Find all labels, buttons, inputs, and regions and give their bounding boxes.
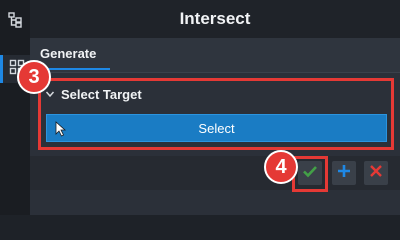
panel-title: Intersect: [179, 9, 251, 28]
mouse-pointer-icon: [55, 121, 67, 140]
step-badge-4: 4: [264, 150, 298, 184]
tab-generate[interactable]: Generate: [40, 46, 96, 61]
title-bar: Intersect: [30, 0, 400, 38]
step-badge-3: 3: [17, 60, 51, 94]
tree-hierarchy-button[interactable]: [0, 8, 30, 36]
select-button-label: Select: [198, 120, 235, 136]
section-header[interactable]: Select Target: [45, 87, 142, 102]
tree-hierarchy-icon: [7, 11, 23, 33]
select-button[interactable]: Select: [46, 114, 387, 142]
select-target-section: Select Target Select: [38, 78, 394, 150]
close-icon: [368, 163, 384, 184]
plus-icon: [336, 163, 352, 184]
ok-button-highlight: [292, 156, 328, 192]
tab-strip: Generate: [30, 38, 400, 73]
section-label: Select Target: [61, 87, 142, 102]
cancel-button[interactable]: [364, 161, 388, 185]
chevron-down-icon: [45, 87, 55, 102]
add-button[interactable]: [332, 161, 356, 185]
action-bar: [30, 156, 400, 190]
intersect-panel: Intersect Generate Select Target Select: [30, 0, 400, 215]
left-rail: [0, 0, 30, 215]
